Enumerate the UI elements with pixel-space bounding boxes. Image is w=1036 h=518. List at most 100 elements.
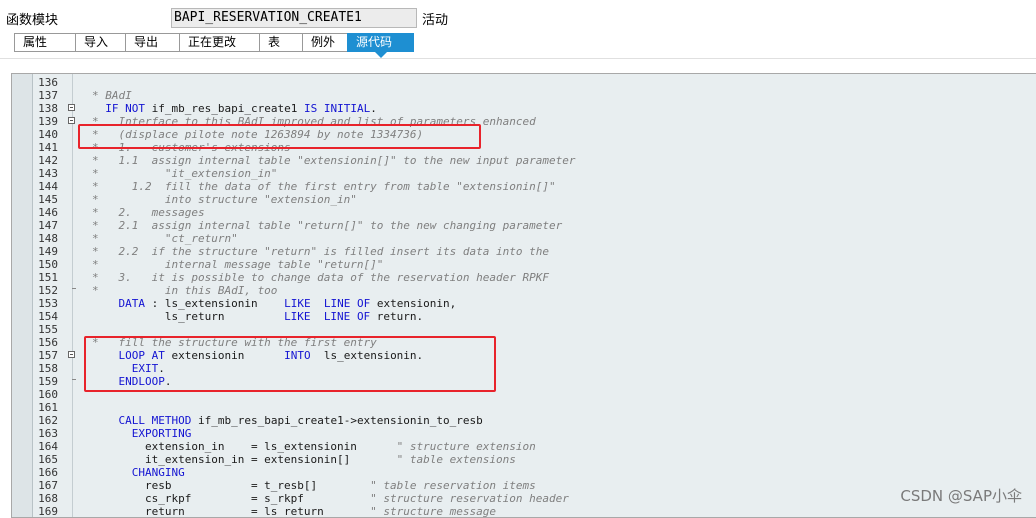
tab-attributes[interactable]: 属性: [14, 33, 75, 52]
status-label: 活动: [422, 13, 449, 28]
tab-tables[interactable]: 表: [259, 33, 302, 52]
code-line[interactable]: 148 * "ct_return": [12, 232, 1036, 245]
line-number: 162: [38, 414, 58, 427]
code-line[interactable]: 153 DATA : ls_extensionin LIKE LINE OF e…: [12, 297, 1036, 310]
code-line[interactable]: 143 * "it_extension_in": [12, 167, 1036, 180]
code-line[interactable]: 161: [12, 401, 1036, 414]
code-line[interactable]: 164 extension_in = ls_extensionin " stru…: [12, 440, 1036, 453]
line-number: 150: [38, 258, 58, 271]
line-number: 155: [38, 323, 58, 336]
code-line[interactable]: 137 * BAdI: [12, 89, 1036, 102]
code-line[interactable]: 138 IF NOT if_mb_res_bapi_create1 IS INI…: [12, 102, 1036, 115]
code-text: cs_rkpf = s_rkpf " structure reservation…: [92, 492, 569, 505]
highlight-note-box: [78, 124, 481, 149]
tab-exceptions[interactable]: 例外: [302, 33, 347, 52]
code-text: * "ct_return": [92, 232, 238, 245]
code-text: * 2.2 if the structure "return" is fille…: [92, 245, 549, 258]
line-number: 141: [38, 141, 58, 154]
code-text: CHANGING: [131, 466, 185, 479]
code-line[interactable]: 136: [12, 76, 1036, 89]
tab-source-code[interactable]: 源代码: [347, 33, 414, 52]
code-line[interactable]: 142 * 1.1 assign internal table "extensio…: [12, 154, 1036, 167]
code-line[interactable]: 144 * 1.2 fill the data of the first entr…: [12, 180, 1036, 193]
code-text: * internal message table "return[]": [92, 258, 384, 271]
code-text: it_extension_in = extensionin[] " table …: [92, 453, 516, 466]
line-number: 144: [38, 180, 58, 193]
line-number: 148: [38, 232, 58, 245]
tab-strip: 属性 导入 导出 正在更改 表 例外 源代码: [14, 33, 414, 52]
code-line[interactable]: 162 CALL METHOD if_mb_res_bapi_create1->…: [12, 414, 1036, 427]
fold-toggle-icon[interactable]: [68, 104, 75, 111]
code-text: * 3. it is possible to change data of th…: [92, 271, 549, 284]
code-text: * 1.2 fill the data of the first entry f…: [92, 180, 556, 193]
code-text: IF NOT if_mb_res_bapi_create1 IS INITIAL…: [105, 102, 377, 115]
header-separator: [0, 58, 1036, 59]
code-line[interactable]: 145 * into structure "extension_in": [12, 193, 1036, 206]
line-number: 143: [38, 167, 58, 180]
line-number: 138: [38, 102, 58, 115]
code-line[interactable]: 147 * 2.1 assign internal table "return[]…: [12, 219, 1036, 232]
fold-end-marker: [72, 379, 76, 380]
code-text: ls_return LIKE LINE OF return.: [92, 310, 424, 323]
line-number: 165: [38, 453, 58, 466]
code-text: * 2. messages: [92, 206, 205, 219]
function-module-name-field[interactable]: BAPI_RESERVATION_CREATE1: [171, 8, 417, 28]
line-number: 140: [38, 128, 58, 141]
tab-import[interactable]: 导入: [75, 33, 125, 52]
function-module-header: 函数模块 BAPI_RESERVATION_CREATE1 活动: [0, 0, 1036, 30]
line-number: 161: [38, 401, 58, 414]
code-line[interactable]: 150 * internal message table "return[]": [12, 258, 1036, 271]
line-number: 159: [38, 375, 58, 388]
line-number: 136: [38, 76, 58, 89]
code-line[interactable]: 149 * 2.2 if the structure "return" is fi…: [12, 245, 1036, 258]
fold-end-marker: [72, 288, 76, 289]
line-number: 152: [38, 284, 58, 297]
line-number: 146: [38, 206, 58, 219]
watermark-text: CSDN @SAP小伞: [900, 487, 1022, 505]
line-number: 153: [38, 297, 58, 310]
code-line[interactable]: 155: [12, 323, 1036, 336]
code-line[interactable]: 146 * 2. messages: [12, 206, 1036, 219]
code-line[interactable]: 165 it_extension_in = extensionin[] " ta…: [12, 453, 1036, 466]
line-number: 164: [38, 440, 58, 453]
code-text: * 1.1 assign internal table "extensionin…: [92, 154, 576, 167]
code-editor[interactable]: 136 137 * BAdI 138 IF NOT if_mb_res_bapi_cr…: [11, 73, 1036, 518]
line-number: 139: [38, 115, 58, 128]
code-line[interactable]: 168 cs_rkpf = s_rkpf " structure reserva…: [12, 492, 1036, 505]
tab-export[interactable]: 导出: [125, 33, 179, 52]
code-text: * into structure "extension_in": [92, 193, 357, 206]
code-text: CALL METHOD if_mb_res_bapi_create1->exte…: [118, 414, 483, 427]
code-line[interactable]: 163 EXPORTING: [12, 427, 1036, 440]
code-text: extension_in = ls_extensionin " structur…: [92, 440, 536, 453]
highlight-loop-box: [84, 336, 496, 392]
code-text: * in this BAdI, too: [92, 284, 278, 297]
line-number: 158: [38, 362, 58, 375]
code-text: EXPORTING: [131, 427, 192, 440]
line-number: 145: [38, 193, 58, 206]
line-number: 147: [38, 219, 58, 232]
fold-toggle-icon[interactable]: [68, 351, 75, 358]
code-text: * BAdI: [92, 89, 132, 102]
fold-toggle-icon[interactable]: [68, 117, 75, 124]
line-number: 167: [38, 479, 58, 492]
line-number: 142: [38, 154, 58, 167]
line-number: 137: [38, 89, 58, 102]
line-number: 160: [38, 388, 58, 401]
tab-changing[interactable]: 正在更改: [179, 33, 259, 52]
code-text: * 2.1 assign internal table "return[]" t…: [92, 219, 563, 232]
line-number: 156: [38, 336, 58, 349]
function-module-label: 函数模块: [6, 13, 59, 28]
line-number: 151: [38, 271, 58, 284]
code-line[interactable]: 152 * in this BAdI, too: [12, 284, 1036, 297]
code-line[interactable]: 166 CHANGING: [12, 466, 1036, 479]
code-text: DATA : ls_extensionin LIKE LINE OF exten…: [118, 297, 457, 310]
line-number: 168: [38, 492, 58, 505]
code-line[interactable]: 151 * 3. it is possible to change data of…: [12, 271, 1036, 284]
code-line[interactable]: 167 resb = t_resb[] " table reservation …: [12, 479, 1036, 492]
line-number: 166: [38, 466, 58, 479]
code-line[interactable]: 154 ls_return LIKE LINE OF return.: [12, 310, 1036, 323]
code-text: resb = t_resb[] " table reservation item…: [92, 479, 536, 492]
line-number: 163: [38, 427, 58, 440]
line-number: 157: [38, 349, 58, 362]
line-number: 154: [38, 310, 58, 323]
